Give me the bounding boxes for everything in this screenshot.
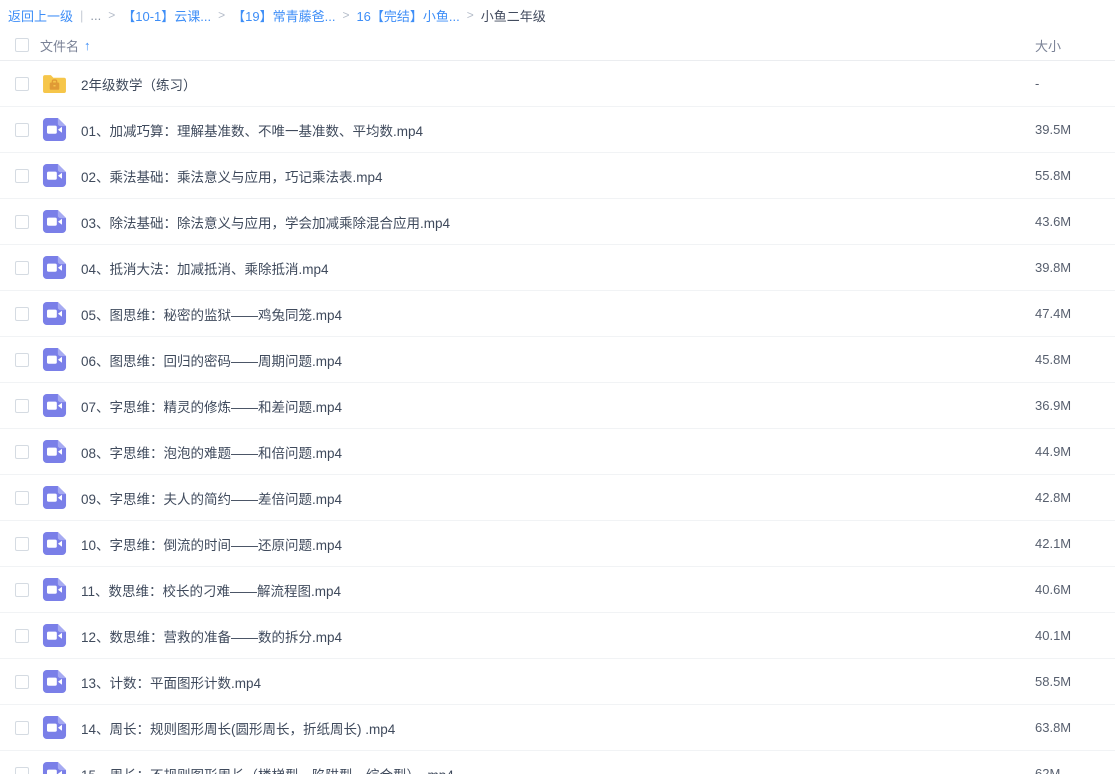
- row-checkbox[interactable]: [15, 307, 29, 321]
- video-file-icon: [42, 255, 67, 280]
- table-row[interactable]: 09、字思维：夫人的简约——差倍问题.mp4 42.8M: [0, 475, 1115, 521]
- breadcrumb-pipe: |: [80, 8, 83, 23]
- file-name-link[interactable]: 11、数思维：校长的刁难——解流程图.mp4: [81, 580, 1035, 600]
- file-name-link[interactable]: 08、字思维：泡泡的难题——和倍问题.mp4: [81, 442, 1035, 462]
- breadcrumb: 返回上一级 | ... > 【10-1】云课... > 【19】常青藤爸... …: [0, 0, 1115, 30]
- file-size: 39.8M: [1035, 260, 1115, 275]
- row-checkbox[interactable]: [15, 583, 29, 597]
- video-file-icon: [42, 163, 67, 188]
- table-row[interactable]: 07、字思维：精灵的修炼——和差问题.mp4 36.9M: [0, 383, 1115, 429]
- video-file-icon: [42, 439, 67, 464]
- table-row[interactable]: 13、计数：平面图形计数.mp4 58.5M: [0, 659, 1115, 705]
- select-all-checkbox[interactable]: [15, 38, 29, 52]
- row-checkbox[interactable]: [15, 767, 29, 774]
- table-row[interactable]: 14、周长：规则图形周长(圆形周长，折纸周长) .mp4 63.8M: [0, 705, 1115, 751]
- video-file-icon: [42, 761, 67, 774]
- video-file-icon: [42, 485, 67, 510]
- table-row[interactable]: 06、图思维：回归的密码——周期问题.mp4 45.8M: [0, 337, 1115, 383]
- file-size: 58.5M: [1035, 674, 1115, 689]
- table-row[interactable]: 02、乘法基础：乘法意义与应用，巧记乘法表.mp4 55.8M: [0, 153, 1115, 199]
- folder-icon: [42, 71, 67, 96]
- row-checkbox[interactable]: [15, 721, 29, 735]
- file-size: 39.5M: [1035, 122, 1115, 137]
- video-file-icon: [42, 669, 67, 694]
- row-checkbox[interactable]: [15, 169, 29, 183]
- breadcrumb-current: 小鱼二年级: [481, 6, 546, 25]
- file-size: 40.6M: [1035, 582, 1115, 597]
- file-name-link[interactable]: 14、周长：规则图形周长(圆形周长，折纸周长) .mp4: [81, 718, 1035, 738]
- breadcrumb-separator: >: [342, 8, 349, 22]
- file-name-link[interactable]: 2年级数学（练习）: [81, 74, 1035, 94]
- table-row[interactable]: 05、图思维：秘密的监狱——鸡兔同笼.mp4 47.4M: [0, 291, 1115, 337]
- file-name-link[interactable]: 01、加减巧算：理解基准数、不唯一基准数、平均数.mp4: [81, 120, 1035, 140]
- file-list: 2年级数学（练习） - 01、加减巧算：理解基准数、不唯一基准数、平均数.mp4…: [0, 61, 1115, 774]
- video-file-icon: [42, 577, 67, 602]
- file-name-link[interactable]: 09、字思维：夫人的简约——差倍问题.mp4: [81, 488, 1035, 508]
- video-file-icon: [42, 715, 67, 740]
- column-header-filename[interactable]: 文件名: [40, 36, 79, 55]
- table-row[interactable]: 04、抵消大法：加减抵消、乘除抵消.mp4 39.8M: [0, 245, 1115, 291]
- table-row[interactable]: 11、数思维：校长的刁难——解流程图.mp4 40.6M: [0, 567, 1115, 613]
- breadcrumb-link-2[interactable]: 【19】常青藤爸...: [232, 6, 335, 25]
- row-checkbox[interactable]: [15, 629, 29, 643]
- file-size: 45.8M: [1035, 352, 1115, 367]
- row-checkbox[interactable]: [15, 399, 29, 413]
- file-name-link[interactable]: 05、图思维：秘密的监狱——鸡兔同笼.mp4: [81, 304, 1035, 324]
- file-name-link[interactable]: 03、除法基础：除法意义与应用，学会加减乘除混合应用.mp4: [81, 212, 1035, 232]
- breadcrumb-ellipsis[interactable]: ...: [90, 8, 101, 23]
- file-name-link[interactable]: 15、周长：不规则图形周长（楼梯型、陷阱型、综合型） .mp4: [81, 764, 1035, 774]
- row-checkbox[interactable]: [15, 77, 29, 91]
- file-manager-page: 返回上一级 | ... > 【10-1】云课... > 【19】常青藤爸... …: [0, 0, 1115, 774]
- video-file-icon: [42, 209, 67, 234]
- table-row[interactable]: 08、字思维：泡泡的难题——和倍问题.mp4 44.9M: [0, 429, 1115, 475]
- file-name-link[interactable]: 13、计数：平面图形计数.mp4: [81, 672, 1035, 692]
- video-file-icon: [42, 623, 67, 648]
- table-header: 文件名 ↑ 大小: [0, 30, 1115, 61]
- file-size: 43.6M: [1035, 214, 1115, 229]
- file-name-link[interactable]: 10、字思维：倒流的时间——还原问题.mp4: [81, 534, 1035, 554]
- file-size: 40.1M: [1035, 628, 1115, 643]
- file-name-link[interactable]: 12、数思维：营救的准备——数的拆分.mp4: [81, 626, 1035, 646]
- video-file-icon: [42, 301, 67, 326]
- row-checkbox[interactable]: [15, 261, 29, 275]
- video-file-icon: [42, 117, 67, 142]
- table-row[interactable]: 15、周长：不规则图形周长（楼梯型、陷阱型、综合型） .mp4 62M: [0, 751, 1115, 774]
- column-header-size[interactable]: 大小: [1035, 36, 1115, 55]
- sort-ascending-icon[interactable]: ↑: [84, 38, 91, 53]
- file-name-link[interactable]: 06、图思维：回归的密码——周期问题.mp4: [81, 350, 1035, 370]
- video-file-icon: [42, 393, 67, 418]
- row-checkbox[interactable]: [15, 537, 29, 551]
- file-size: 42.8M: [1035, 490, 1115, 505]
- row-checkbox[interactable]: [15, 353, 29, 367]
- row-checkbox[interactable]: [15, 123, 29, 137]
- table-row[interactable]: 03、除法基础：除法意义与应用，学会加减乘除混合应用.mp4 43.6M: [0, 199, 1115, 245]
- breadcrumb-separator: >: [108, 8, 115, 22]
- breadcrumb-link-3[interactable]: 16【完结】小鱼...: [356, 6, 459, 25]
- row-checkbox[interactable]: [15, 491, 29, 505]
- file-name-link[interactable]: 04、抵消大法：加减抵消、乘除抵消.mp4: [81, 258, 1035, 278]
- file-name-link[interactable]: 07、字思维：精灵的修炼——和差问题.mp4: [81, 396, 1035, 416]
- file-size: 44.9M: [1035, 444, 1115, 459]
- file-size: 47.4M: [1035, 306, 1115, 321]
- video-file-icon: [42, 531, 67, 556]
- video-file-icon: [42, 347, 67, 372]
- back-to-parent-link[interactable]: 返回上一级: [8, 6, 73, 25]
- breadcrumb-separator: >: [467, 8, 474, 22]
- file-size: 55.8M: [1035, 168, 1115, 183]
- file-size: 63.8M: [1035, 720, 1115, 735]
- row-checkbox[interactable]: [15, 675, 29, 689]
- row-checkbox[interactable]: [15, 215, 29, 229]
- table-row[interactable]: 01、加减巧算：理解基准数、不唯一基准数、平均数.mp4 39.5M: [0, 107, 1115, 153]
- file-size: 36.9M: [1035, 398, 1115, 413]
- breadcrumb-link-1[interactable]: 【10-1】云课...: [122, 6, 211, 25]
- file-size: 62M: [1035, 766, 1115, 774]
- table-row[interactable]: 12、数思维：营救的准备——数的拆分.mp4 40.1M: [0, 613, 1115, 659]
- row-checkbox[interactable]: [15, 445, 29, 459]
- file-size: 42.1M: [1035, 536, 1115, 551]
- table-row[interactable]: 2年级数学（练习） -: [0, 61, 1115, 107]
- table-row[interactable]: 10、字思维：倒流的时间——还原问题.mp4 42.1M: [0, 521, 1115, 567]
- file-size: -: [1035, 76, 1115, 91]
- breadcrumb-separator: >: [218, 8, 225, 22]
- file-name-link[interactable]: 02、乘法基础：乘法意义与应用，巧记乘法表.mp4: [81, 166, 1035, 186]
